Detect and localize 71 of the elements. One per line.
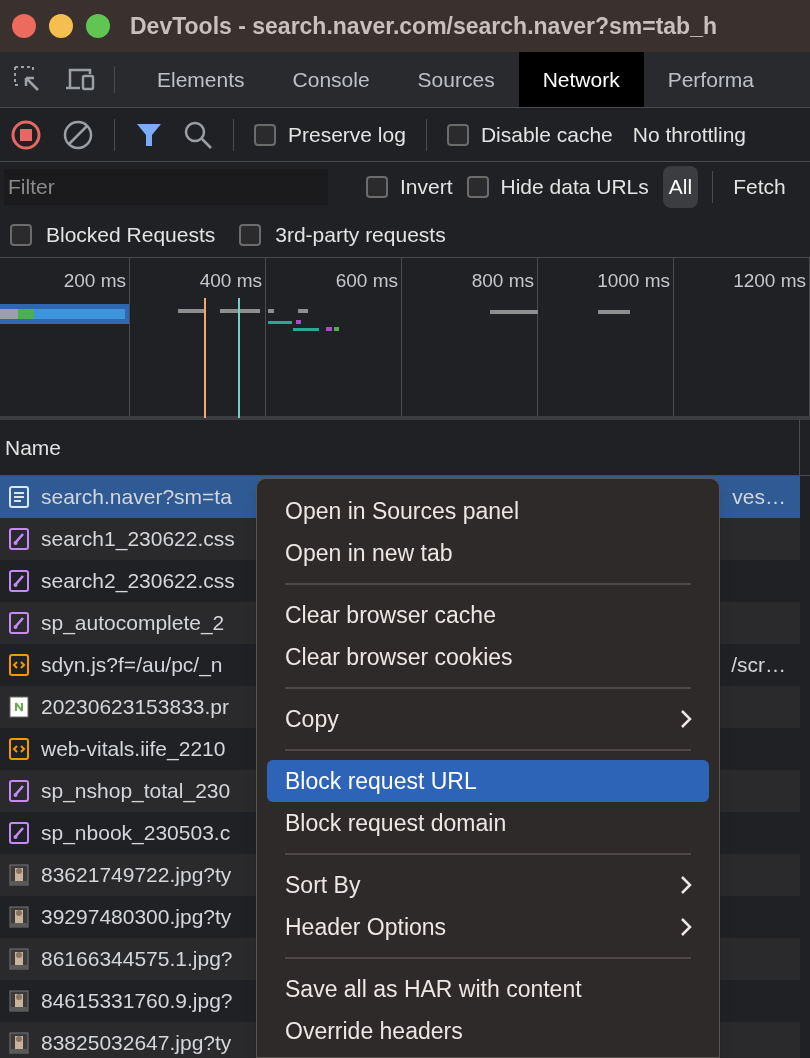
minimize-window-button[interactable] (49, 14, 73, 38)
checkbox[interactable] (239, 223, 262, 246)
time-tick-label: 400 ms (199, 269, 262, 293)
menu-item[interactable]: Copy (267, 698, 709, 740)
time-tick-label: 800 ms (471, 269, 534, 293)
code-icon (8, 737, 30, 761)
request-name: search2_230622.css (41, 568, 235, 595)
menu-item[interactable]: Block request domain (267, 802, 709, 844)
throttling-select[interactable]: No throttling (632, 118, 747, 151)
close-window-button[interactable] (12, 14, 36, 38)
menu-item[interactable]: Save all as HAR with content (267, 968, 709, 1010)
request-name: 83825032647.jpg?ty (41, 1030, 232, 1057)
menu-item[interactable]: Clear browser cache (267, 594, 709, 636)
time-tick-label: 200 ms (63, 269, 126, 293)
checkbox[interactable] (366, 176, 388, 198)
request-name: search.naver?sm=ta (41, 484, 232, 511)
menu-item[interactable]: Open in Sources panel (267, 490, 709, 532)
request-name: sp_autocomplete_2 (41, 610, 225, 637)
clear-icon[interactable] (62, 118, 94, 151)
search-icon[interactable] (183, 119, 213, 150)
window-title: DevTools - search.naver.com/search.naver?sm=tab_h (130, 11, 717, 41)
request-name: sp_nshop_total_230 (41, 778, 231, 805)
request-name: sdyn.js?f=/au/pc/_n (41, 652, 223, 679)
checkbox-label: Preserve log (288, 121, 406, 148)
request-name: 83621749722.jpg?ty (41, 862, 232, 889)
menu-item[interactable]: Header Options (267, 906, 709, 948)
brush-icon (8, 821, 30, 845)
brush-icon (8, 611, 30, 635)
type-filter-chip[interactable]: All (662, 166, 699, 208)
stop-recording-icon[interactable] (10, 118, 42, 151)
checkbox[interactable] (254, 123, 276, 146)
time-tick-label: 1000 ms (597, 269, 670, 293)
request-name: 84615331760.9.jpg? (41, 988, 233, 1015)
request-name: 86166344575.1.jpg? (41, 946, 233, 973)
brush-icon (8, 569, 30, 593)
checkbox[interactable] (446, 123, 469, 146)
request-name: /scr… (731, 652, 787, 679)
panel-tab[interactable]: Network (518, 52, 644, 107)
checkbox-label: Blocked Requests (46, 221, 216, 248)
checkbox-label: Hide data URLs (500, 174, 649, 201)
column-header[interactable]: Name (0, 420, 800, 475)
filter-field[interactable]: Filter (4, 169, 328, 205)
type-filter-chip[interactable]: Fetch (727, 166, 792, 208)
menu-item[interactable]: Sort By (267, 864, 709, 906)
menu-item[interactable]: Open in new tab (267, 532, 709, 574)
image-icon (8, 695, 30, 719)
panel-tab[interactable]: Console (268, 52, 394, 107)
code-icon (8, 653, 30, 677)
checkbox-label: 3rd-party requests (275, 221, 446, 248)
panel-tab[interactable]: Performa (643, 52, 779, 107)
request-name: 39297480300.jpg?ty (41, 904, 232, 931)
brush-icon (8, 779, 30, 803)
request-name: sp_nbook_230503.c (41, 820, 231, 847)
checkbox[interactable] (466, 176, 489, 198)
request-name: search1_230622.css (41, 526, 235, 553)
checkbox-label: Invert (400, 174, 453, 201)
request-name: web-vitals.iife_2210 (41, 736, 226, 763)
menu-item[interactable]: Block request URL (267, 760, 709, 802)
document-icon (8, 485, 30, 509)
checkbox[interactable] (10, 223, 32, 246)
menu-item[interactable]: Override headers (267, 1010, 709, 1052)
time-tick-label: 1200 ms (733, 269, 806, 293)
checkbox-label: Disable cache (480, 121, 613, 148)
time-tick-label: 600 ms (335, 269, 398, 293)
zoom-window-button[interactable] (86, 14, 110, 38)
brush-icon (8, 527, 30, 551)
panel-tab[interactable]: Sources (393, 52, 519, 107)
panel-tab[interactable]: Elements (133, 52, 269, 107)
menu-item[interactable]: Clear browser cookies (267, 636, 709, 678)
request-name: ves… (732, 484, 787, 511)
request-name: 20230623153833.pr (41, 694, 229, 721)
